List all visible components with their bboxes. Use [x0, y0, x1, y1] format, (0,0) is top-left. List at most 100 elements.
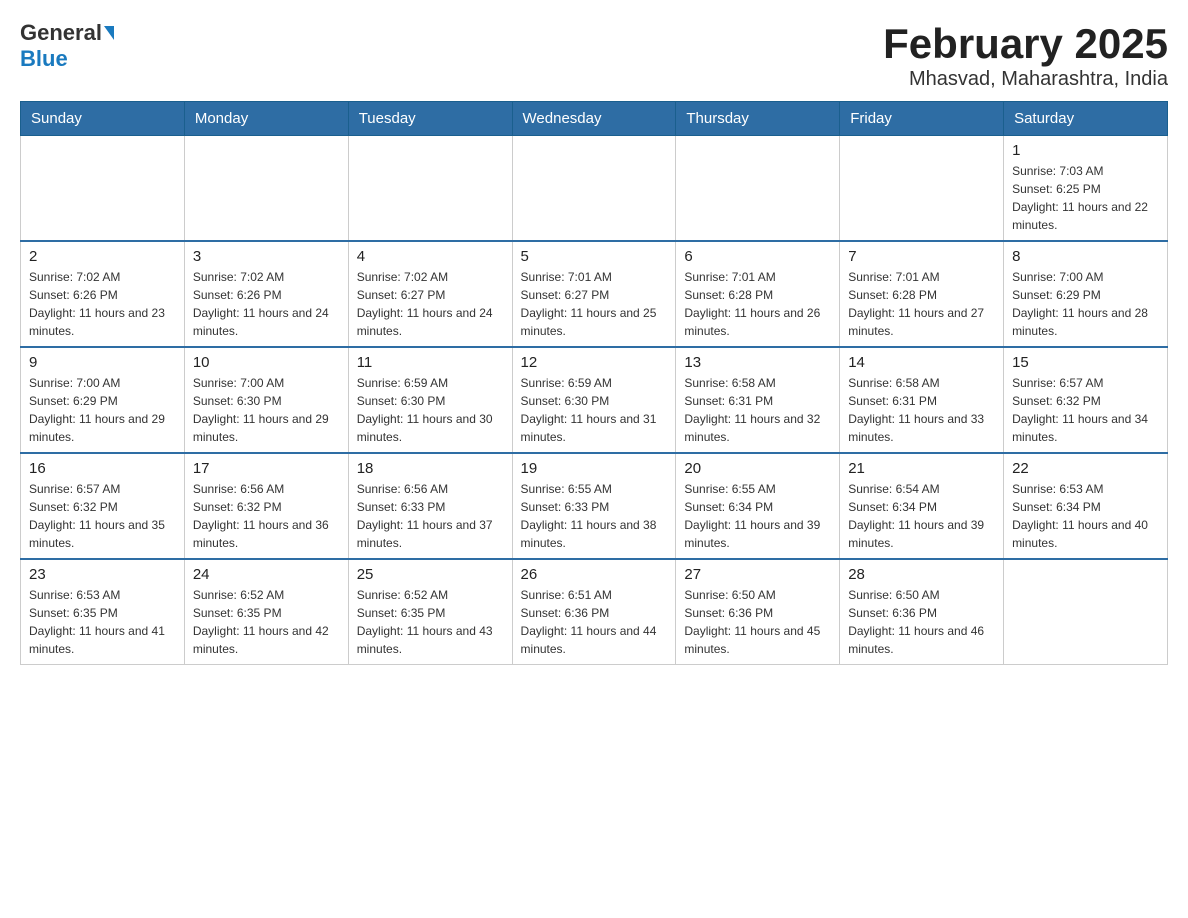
day-number: 7 — [848, 248, 995, 265]
day-number: 6 — [684, 248, 831, 265]
calendar-week-row: 2 Sunrise: 7:02 AMSunset: 6:26 PMDaylight… — [21, 241, 1168, 347]
day-number: 2 — [29, 248, 176, 265]
day-number: 4 — [357, 248, 504, 265]
table-row: 24Sunrise: 6:52 AMSunset: 6:35 PMDayligh… — [184, 559, 348, 665]
day-number: 16 — [29, 460, 176, 477]
day-number: 27 — [684, 566, 831, 583]
table-row — [184, 136, 348, 242]
table-row: 2 Sunrise: 7:02 AMSunset: 6:26 PMDaylight… — [21, 241, 185, 347]
day-number: 15 — [1012, 354, 1159, 371]
table-row: 9Sunrise: 7:00 AMSunset: 6:29 PMDaylight… — [21, 347, 185, 453]
calendar-week-row: 23 Sunrise: 6:53 AMSunset: 6:35 PMDayligh… — [21, 559, 1168, 665]
table-row: 26Sunrise: 6:51 AMSunset: 6:36 PMDayligh… — [512, 559, 676, 665]
table-row: 28 Sunrise: 6:50 AMSunset: 6:36 PMDayligh… — [840, 559, 1004, 665]
title-block: February 2025 Mhasvad, Maharashtra, Indi… — [883, 20, 1168, 91]
table-row: 7 Sunrise: 7:01 AMSunset: 6:28 PMDaylight… — [840, 241, 1004, 347]
page-header: General Blue February 2025 Mhasvad, Maha… — [20, 20, 1168, 91]
day-info: Sunrise: 6:58 AMSunset: 6:31 PMDaylight:… — [848, 374, 995, 446]
logo: General Blue — [20, 20, 114, 72]
table-row: 20 Sunrise: 6:55 AMSunset: 6:34 PMDayligh… — [676, 453, 840, 559]
day-info: Sunrise: 7:01 AMSunset: 6:28 PMDaylight:… — [684, 268, 831, 340]
table-row: 10Sunrise: 7:00 AMSunset: 6:30 PMDayligh… — [184, 347, 348, 453]
col-tuesday: Tuesday — [348, 102, 512, 136]
table-row: 8 Sunrise: 7:00 AMSunset: 6:29 PMDaylight… — [1004, 241, 1168, 347]
day-info: Sunrise: 6:57 AMSunset: 6:32 PMDaylight:… — [1012, 374, 1159, 446]
day-number: 23 — [29, 566, 176, 583]
table-row: 22 Sunrise: 6:53 AMSunset: 6:34 PMDayligh… — [1004, 453, 1168, 559]
day-number: 19 — [521, 460, 668, 477]
day-info: Sunrise: 7:00 AMSunset: 6:30 PMDaylight:… — [193, 374, 340, 446]
col-thursday: Thursday — [676, 102, 840, 136]
day-number: 18 — [357, 460, 504, 477]
day-info: Sunrise: 6:55 AMSunset: 6:33 PMDaylight:… — [521, 480, 668, 552]
table-row: 21 Sunrise: 6:54 AMSunset: 6:34 PMDayligh… — [840, 453, 1004, 559]
day-info: Sunrise: 6:52 AMSunset: 6:35 PMDaylight:… — [193, 586, 340, 658]
day-info: Sunrise: 6:59 AMSunset: 6:30 PMDaylight:… — [521, 374, 668, 446]
calendar-header-row: Sunday Monday Tuesday Wednesday Thursday… — [21, 102, 1168, 136]
day-info: Sunrise: 6:57 AMSunset: 6:32 PMDaylight:… — [29, 480, 176, 552]
day-info: Sunrise: 7:00 AMSunset: 6:29 PMDaylight:… — [1012, 268, 1159, 340]
table-row — [676, 136, 840, 242]
table-row: 6 Sunrise: 7:01 AMSunset: 6:28 PMDaylight… — [676, 241, 840, 347]
calendar-week-row: 16 Sunrise: 6:57 AMSunset: 6:32 PMDayligh… — [21, 453, 1168, 559]
table-row: 19 Sunrise: 6:55 AMSunset: 6:33 PMDayligh… — [512, 453, 676, 559]
day-info: Sunrise: 6:55 AMSunset: 6:34 PMDaylight:… — [684, 480, 831, 552]
day-info: Sunrise: 7:02 AMSunset: 6:26 PMDaylight:… — [29, 268, 176, 340]
table-row: 15 Sunrise: 6:57 AMSunset: 6:32 PMDayligh… — [1004, 347, 1168, 453]
day-info: Sunrise: 6:53 AMSunset: 6:35 PMDaylight:… — [29, 586, 176, 658]
table-row — [512, 136, 676, 242]
table-row: 12 Sunrise: 6:59 AMSunset: 6:30 PMDayligh… — [512, 347, 676, 453]
day-number: 17 — [193, 460, 340, 477]
table-row: 23 Sunrise: 6:53 AMSunset: 6:35 PMDayligh… — [21, 559, 185, 665]
day-number: 21 — [848, 460, 995, 477]
day-info: Sunrise: 6:50 AMSunset: 6:36 PMDaylight:… — [848, 586, 995, 658]
day-info: Sunrise: 6:53 AMSunset: 6:34 PMDaylight:… — [1012, 480, 1159, 552]
table-row — [840, 136, 1004, 242]
col-sunday: Sunday — [21, 102, 185, 136]
logo-general-text: General — [20, 20, 102, 46]
table-row — [1004, 559, 1168, 665]
day-info: Sunrise: 6:56 AMSunset: 6:32 PMDaylight:… — [193, 480, 340, 552]
day-number: 5 — [521, 248, 668, 265]
day-number: 25 — [357, 566, 504, 583]
col-wednesday: Wednesday — [512, 102, 676, 136]
day-info: Sunrise: 6:58 AMSunset: 6:31 PMDaylight:… — [684, 374, 831, 446]
day-info: Sunrise: 6:52 AMSunset: 6:35 PMDaylight:… — [357, 586, 504, 658]
day-number: 26 — [521, 566, 668, 583]
day-info: Sunrise: 6:54 AMSunset: 6:34 PMDaylight:… — [848, 480, 995, 552]
table-row: 16 Sunrise: 6:57 AMSunset: 6:32 PMDayligh… — [21, 453, 185, 559]
day-info: Sunrise: 6:50 AMSunset: 6:36 PMDaylight:… — [684, 586, 831, 658]
table-row: 11 Sunrise: 6:59 AMSunset: 6:30 PMDayligh… — [348, 347, 512, 453]
table-row: 1 Sunrise: 7:03 AMSunset: 6:25 PMDaylight… — [1004, 136, 1168, 242]
day-info: Sunrise: 7:01 AMSunset: 6:27 PMDaylight:… — [521, 268, 668, 340]
day-info: Sunrise: 6:56 AMSunset: 6:33 PMDaylight:… — [357, 480, 504, 552]
day-info: Sunrise: 7:03 AMSunset: 6:25 PMDaylight:… — [1012, 162, 1159, 234]
day-number: 28 — [848, 566, 995, 583]
table-row: 27 Sunrise: 6:50 AMSunset: 6:36 PMDayligh… — [676, 559, 840, 665]
day-number: 22 — [1012, 460, 1159, 477]
day-number: 9 — [29, 354, 176, 371]
day-number: 14 — [848, 354, 995, 371]
table-row: 17 Sunrise: 6:56 AMSunset: 6:32 PMDayligh… — [184, 453, 348, 559]
col-friday: Friday — [840, 102, 1004, 136]
calendar-title: February 2025 — [883, 20, 1168, 68]
table-row: 4 Sunrise: 7:02 AMSunset: 6:27 PMDaylight… — [348, 241, 512, 347]
col-monday: Monday — [184, 102, 348, 136]
table-row — [348, 136, 512, 242]
day-number: 20 — [684, 460, 831, 477]
day-info: Sunrise: 6:59 AMSunset: 6:30 PMDaylight:… — [357, 374, 504, 446]
day-number: 8 — [1012, 248, 1159, 265]
day-number: 11 — [357, 354, 504, 371]
table-row: 13 Sunrise: 6:58 AMSunset: 6:31 PMDayligh… — [676, 347, 840, 453]
table-row: 25 Sunrise: 6:52 AMSunset: 6:35 PMDayligh… — [348, 559, 512, 665]
day-number: 1 — [1012, 142, 1159, 159]
day-info: Sunrise: 7:02 AMSunset: 6:27 PMDaylight:… — [357, 268, 504, 340]
day-info: Sunrise: 7:01 AMSunset: 6:28 PMDaylight:… — [848, 268, 995, 340]
table-row — [21, 136, 185, 242]
table-row: 5 Sunrise: 7:01 AMSunset: 6:27 PMDaylight… — [512, 241, 676, 347]
day-number: 12 — [521, 354, 668, 371]
day-number: 13 — [684, 354, 831, 371]
calendar-week-row: 9Sunrise: 7:00 AMSunset: 6:29 PMDaylight… — [21, 347, 1168, 453]
table-row: 3Sunrise: 7:02 AMSunset: 6:26 PMDaylight… — [184, 241, 348, 347]
logo-blue-text: Blue — [20, 46, 68, 72]
